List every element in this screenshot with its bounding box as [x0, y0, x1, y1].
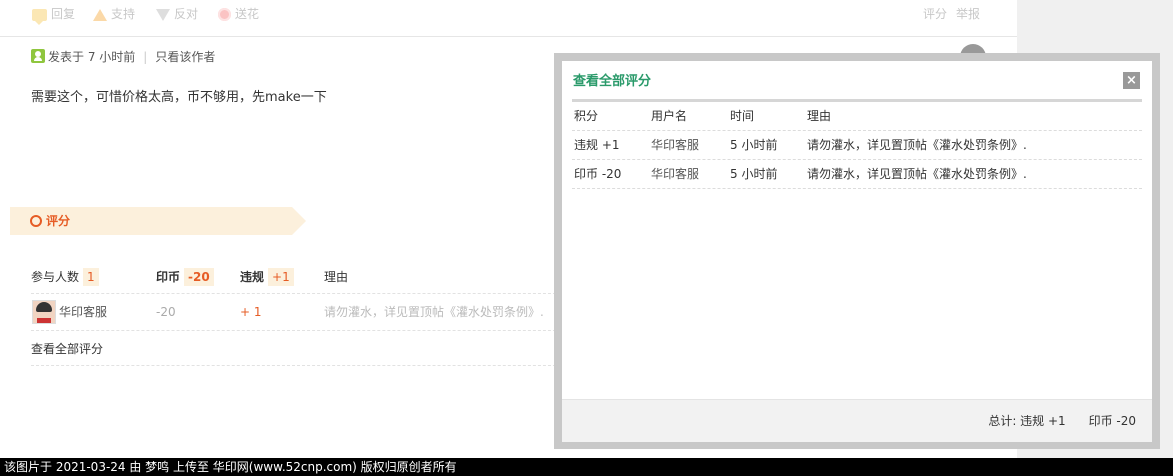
- reply-icon: [32, 8, 47, 25]
- rater-reason: 请勿灌水，详见置顶帖《灌水处罚条例》.: [324, 305, 544, 319]
- violation-total: +1: [268, 268, 294, 286]
- rating-section-ribbon: 评分: [10, 207, 306, 235]
- coin-header: 印币 -20: [156, 268, 214, 286]
- rater-username[interactable]: 华印客服: [59, 304, 107, 320]
- col-username: 用户名: [651, 109, 688, 123]
- post-time: 发表于 7 小时前: [48, 50, 136, 64]
- row-username[interactable]: 华印客服: [651, 137, 699, 153]
- col-score: 积分: [574, 109, 599, 123]
- reason-header: 理由: [324, 270, 349, 284]
- meta-separator: |: [143, 50, 148, 64]
- view-all-ratings-link[interactable]: 查看全部评分: [31, 340, 103, 357]
- row-time: 5 小时前: [730, 138, 778, 152]
- post-content: 需要这个，可惜价格太高，币不够用，先make一下: [31, 90, 327, 105]
- thumbs-down-arrow-icon: [156, 8, 170, 21]
- table-row: 印币 -20 华印客服 5 小时前 请勿灌水，详见置顶帖《灌水处罚条例》.: [572, 160, 1142, 189]
- close-icon[interactable]: ×: [1123, 72, 1140, 89]
- dialog-table-header: 积分 用户名 时间 理由: [572, 102, 1142, 131]
- rater-coin: -20: [156, 305, 176, 319]
- report-link[interactable]: 举报: [956, 6, 980, 22]
- rate-link[interactable]: 评分: [923, 6, 947, 22]
- rater-violation: + 1: [240, 305, 262, 319]
- row-score: 印币 -20: [574, 167, 622, 181]
- circle-icon: [30, 215, 42, 227]
- violation-header: 违规 +1: [240, 268, 294, 286]
- participants-count: 1: [83, 268, 99, 286]
- rating-total: 总计: 违规 +1 印币 -20: [988, 414, 1136, 428]
- row-reason: 请勿灌水，详见置顶帖《灌水处罚条例》.: [807, 138, 1027, 152]
- col-reason: 理由: [807, 109, 832, 123]
- participants-header: 参与人数 1: [31, 268, 99, 286]
- row-username[interactable]: 华印客服: [651, 166, 699, 182]
- send-flower-button[interactable]: 送花: [218, 6, 259, 22]
- all-ratings-dialog: 查看全部评分 × 积分 用户名 时间 理由 违规 +1 华印客服 5 小时前 请…: [562, 61, 1152, 442]
- avatar[interactable]: [32, 300, 56, 324]
- post-action-bar: 回复 支持 反对 送花 评分 举报: [0, 0, 1017, 37]
- author-online-icon: [31, 49, 45, 63]
- oppose-button[interactable]: 反对: [156, 6, 198, 22]
- reply-button[interactable]: 回复: [32, 6, 75, 25]
- divider: [31, 293, 561, 294]
- flower-icon: [218, 8, 231, 21]
- table-row: 违规 +1 华印客服 5 小时前 请勿灌水，详见置顶帖《灌水处罚条例》.: [572, 131, 1142, 160]
- watermark-bar: 该图片于 2021-03-24 由 梦鸣 上传至 华印网(www.52cnp.c…: [0, 458, 1173, 476]
- row-score: 违规 +1: [574, 138, 620, 152]
- only-author-link[interactable]: 只看该作者: [155, 50, 215, 64]
- row-reason: 请勿灌水，详见置顶帖《灌水处罚条例》.: [807, 167, 1027, 181]
- dialog-title: 查看全部评分: [573, 74, 652, 89]
- rating-section-title: 评分: [30, 213, 70, 229]
- thumbs-up-arrow-icon: [93, 8, 107, 21]
- col-time: 时间: [730, 109, 755, 123]
- divider: [31, 365, 561, 366]
- divider: [31, 330, 561, 331]
- dialog-footer: 总计: 违规 +1 印币 -20: [562, 399, 1152, 442]
- support-button[interactable]: 支持: [93, 6, 135, 22]
- row-time: 5 小时前: [730, 167, 778, 181]
- post-meta: 发表于 7 小时前 | 只看该作者: [31, 49, 215, 65]
- coin-total: -20: [184, 268, 214, 286]
